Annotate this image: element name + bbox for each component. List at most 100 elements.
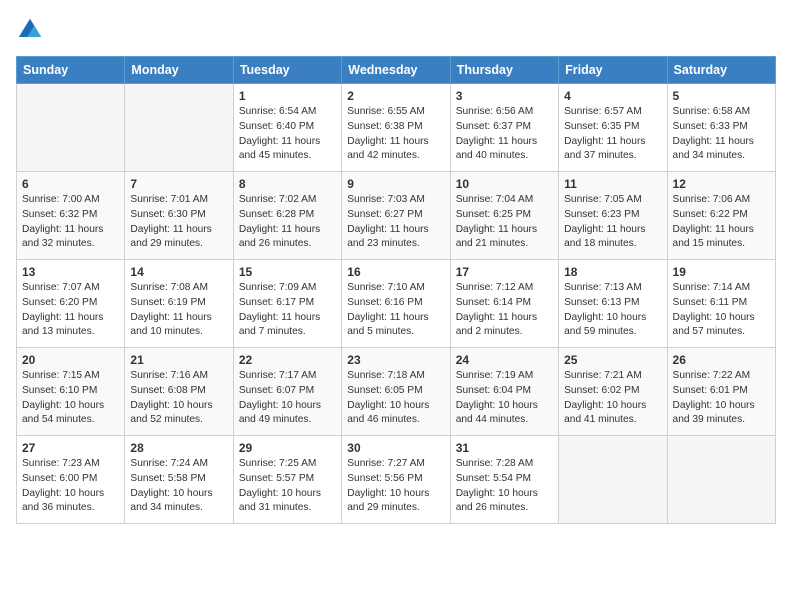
calendar-cell: 9 Sunrise: 7:03 AM Sunset: 6:27 PM Daylig… bbox=[342, 172, 450, 260]
day-info: Sunrise: 6:57 AM Sunset: 6:35 PM Dayligh… bbox=[564, 105, 661, 164]
logo bbox=[16, 16, 48, 44]
calendar-cell: 13Sunrise: 7:07 AM Sunset: 6:20 PM Dayli… bbox=[17, 260, 125, 348]
day-number: 3 bbox=[456, 89, 553, 103]
calendar-cell: 3 Sunrise: 6:56 AM Sunset: 6:37 PM Daylig… bbox=[450, 84, 558, 172]
calendar-cell bbox=[667, 436, 775, 524]
day-number: 20 bbox=[22, 353, 119, 367]
calendar-cell: 22 Sunrise: 7:17 AM Sunset: 6:07 PM Dayli… bbox=[233, 348, 341, 436]
calendar-cell: 27 Sunrise: 7:23 AM Sunset: 6:00 PM Dayli… bbox=[17, 436, 125, 524]
week-row-5: 27 Sunrise: 7:23 AM Sunset: 6:00 PM Dayli… bbox=[17, 436, 776, 524]
days-header-row: SundayMondayTuesdayWednesdayThursdayFrid… bbox=[17, 57, 776, 84]
day-info: Sunrise: 7:24 AM Sunset: 5:58 PM Dayligh… bbox=[130, 457, 227, 516]
day-number: 12 bbox=[673, 177, 770, 191]
day-number: 24 bbox=[456, 353, 553, 367]
day-info: Sunrise: 7:05 AM Sunset: 6:23 PM Dayligh… bbox=[564, 193, 661, 252]
calendar-cell: 6 Sunrise: 7:00 AM Sunset: 6:32 PM Daylig… bbox=[17, 172, 125, 260]
day-header-friday: Friday bbox=[559, 57, 667, 84]
day-number: 10 bbox=[456, 177, 553, 191]
page-header bbox=[16, 16, 776, 44]
calendar-cell: 2 Sunrise: 6:55 AM Sunset: 6:38 PM Daylig… bbox=[342, 84, 450, 172]
calendar-cell: 17 Sunrise: 7:12 AM Sunset: 6:14 PM Dayli… bbox=[450, 260, 558, 348]
day-number: 14 bbox=[130, 265, 227, 279]
day-info: Sunrise: 7:22 AM Sunset: 6:01 PM Dayligh… bbox=[673, 369, 770, 428]
day-info: Sunrise: 7:06 AM Sunset: 6:22 PM Dayligh… bbox=[673, 193, 770, 252]
calendar-cell: 28 Sunrise: 7:24 AM Sunset: 5:58 PM Dayli… bbox=[125, 436, 233, 524]
calendar-cell: 12 Sunrise: 7:06 AM Sunset: 6:22 PM Dayli… bbox=[667, 172, 775, 260]
day-info: Sunrise: 6:54 AM Sunset: 6:40 PM Dayligh… bbox=[239, 105, 336, 164]
day-info: Sunrise: 7:09 AM Sunset: 6:17 PM Dayligh… bbox=[239, 281, 336, 340]
day-info: Sunrise: 7:27 AM Sunset: 5:56 PM Dayligh… bbox=[347, 457, 444, 516]
day-info: Sunrise: 7:12 AM Sunset: 6:14 PM Dayligh… bbox=[456, 281, 553, 340]
day-number: 6 bbox=[22, 177, 119, 191]
day-info: Sunrise: 7:15 AM Sunset: 6:10 PM Dayligh… bbox=[22, 369, 119, 428]
calendar-cell: 4 Sunrise: 6:57 AM Sunset: 6:35 PM Daylig… bbox=[559, 84, 667, 172]
calendar-cell: 30 Sunrise: 7:27 AM Sunset: 5:56 PM Dayli… bbox=[342, 436, 450, 524]
day-number: 17 bbox=[456, 265, 553, 279]
day-number: 23 bbox=[347, 353, 444, 367]
calendar-cell: 31 Sunrise: 7:28 AM Sunset: 5:54 PM Dayli… bbox=[450, 436, 558, 524]
calendar-table: SundayMondayTuesdayWednesdayThursdayFrid… bbox=[16, 56, 776, 524]
day-info: Sunrise: 7:21 AM Sunset: 6:02 PM Dayligh… bbox=[564, 369, 661, 428]
day-info: Sunrise: 6:56 AM Sunset: 6:37 PM Dayligh… bbox=[456, 105, 553, 164]
calendar-cell: 23 Sunrise: 7:18 AM Sunset: 6:05 PM Dayli… bbox=[342, 348, 450, 436]
day-info: Sunrise: 7:17 AM Sunset: 6:07 PM Dayligh… bbox=[239, 369, 336, 428]
calendar-cell: 8Sunrise: 7:02 AM Sunset: 6:28 PM Daylig… bbox=[233, 172, 341, 260]
day-info: Sunrise: 7:13 AM Sunset: 6:13 PM Dayligh… bbox=[564, 281, 661, 340]
week-row-4: 20 Sunrise: 7:15 AM Sunset: 6:10 PM Dayli… bbox=[17, 348, 776, 436]
calendar-cell: 1 Sunrise: 6:54 AM Sunset: 6:40 PM Daylig… bbox=[233, 84, 341, 172]
day-number: 31 bbox=[456, 441, 553, 455]
calendar-cell bbox=[125, 84, 233, 172]
calendar-cell: 24Sunrise: 7:19 AM Sunset: 6:04 PM Dayli… bbox=[450, 348, 558, 436]
day-number: 19 bbox=[673, 265, 770, 279]
day-number: 7 bbox=[130, 177, 227, 191]
day-header-tuesday: Tuesday bbox=[233, 57, 341, 84]
day-header-saturday: Saturday bbox=[667, 57, 775, 84]
day-header-thursday: Thursday bbox=[450, 57, 558, 84]
day-info: Sunrise: 7:03 AM Sunset: 6:27 PM Dayligh… bbox=[347, 193, 444, 252]
day-number: 2 bbox=[347, 89, 444, 103]
day-number: 16 bbox=[347, 265, 444, 279]
day-number: 26 bbox=[673, 353, 770, 367]
day-number: 22 bbox=[239, 353, 336, 367]
logo-icon bbox=[16, 16, 44, 44]
calendar-cell bbox=[17, 84, 125, 172]
day-number: 5 bbox=[673, 89, 770, 103]
calendar-cell: 16 Sunrise: 7:10 AM Sunset: 6:16 PM Dayli… bbox=[342, 260, 450, 348]
day-number: 29 bbox=[239, 441, 336, 455]
day-header-monday: Monday bbox=[125, 57, 233, 84]
calendar-cell: 10 Sunrise: 7:04 AM Sunset: 6:25 PM Dayli… bbox=[450, 172, 558, 260]
day-number: 13 bbox=[22, 265, 119, 279]
day-number: 30 bbox=[347, 441, 444, 455]
day-info: Sunrise: 7:04 AM Sunset: 6:25 PM Dayligh… bbox=[456, 193, 553, 252]
calendar-cell: 26 Sunrise: 7:22 AM Sunset: 6:01 PM Dayli… bbox=[667, 348, 775, 436]
day-info: Sunrise: 7:18 AM Sunset: 6:05 PM Dayligh… bbox=[347, 369, 444, 428]
calendar-cell: 21Sunrise: 7:16 AM Sunset: 6:08 PM Dayli… bbox=[125, 348, 233, 436]
calendar-cell: 20 Sunrise: 7:15 AM Sunset: 6:10 PM Dayli… bbox=[17, 348, 125, 436]
calendar-cell: 18Sunrise: 7:13 AM Sunset: 6:13 PM Dayli… bbox=[559, 260, 667, 348]
day-info: Sunrise: 7:10 AM Sunset: 6:16 PM Dayligh… bbox=[347, 281, 444, 340]
week-row-3: 13Sunrise: 7:07 AM Sunset: 6:20 PM Dayli… bbox=[17, 260, 776, 348]
day-info: Sunrise: 7:00 AM Sunset: 6:32 PM Dayligh… bbox=[22, 193, 119, 252]
day-info: Sunrise: 6:55 AM Sunset: 6:38 PM Dayligh… bbox=[347, 105, 444, 164]
calendar-cell bbox=[559, 436, 667, 524]
day-info: Sunrise: 7:08 AM Sunset: 6:19 PM Dayligh… bbox=[130, 281, 227, 340]
day-number: 11 bbox=[564, 177, 661, 191]
day-number: 15 bbox=[239, 265, 336, 279]
calendar-cell: 25Sunrise: 7:21 AM Sunset: 6:02 PM Dayli… bbox=[559, 348, 667, 436]
day-number: 28 bbox=[130, 441, 227, 455]
day-info: Sunrise: 7:23 AM Sunset: 6:00 PM Dayligh… bbox=[22, 457, 119, 516]
day-number: 8 bbox=[239, 177, 336, 191]
day-header-wednesday: Wednesday bbox=[342, 57, 450, 84]
day-number: 9 bbox=[347, 177, 444, 191]
day-number: 1 bbox=[239, 89, 336, 103]
calendar-cell: 29Sunrise: 7:25 AM Sunset: 5:57 PM Dayli… bbox=[233, 436, 341, 524]
day-info: Sunrise: 6:58 AM Sunset: 6:33 PM Dayligh… bbox=[673, 105, 770, 164]
day-number: 27 bbox=[22, 441, 119, 455]
day-header-sunday: Sunday bbox=[17, 57, 125, 84]
week-row-1: 1 Sunrise: 6:54 AM Sunset: 6:40 PM Daylig… bbox=[17, 84, 776, 172]
calendar-cell: 19Sunrise: 7:14 AM Sunset: 6:11 PM Dayli… bbox=[667, 260, 775, 348]
day-number: 4 bbox=[564, 89, 661, 103]
calendar-cell: 14 Sunrise: 7:08 AM Sunset: 6:19 PM Dayli… bbox=[125, 260, 233, 348]
calendar-cell: 15 Sunrise: 7:09 AM Sunset: 6:17 PM Dayli… bbox=[233, 260, 341, 348]
day-info: Sunrise: 7:28 AM Sunset: 5:54 PM Dayligh… bbox=[456, 457, 553, 516]
